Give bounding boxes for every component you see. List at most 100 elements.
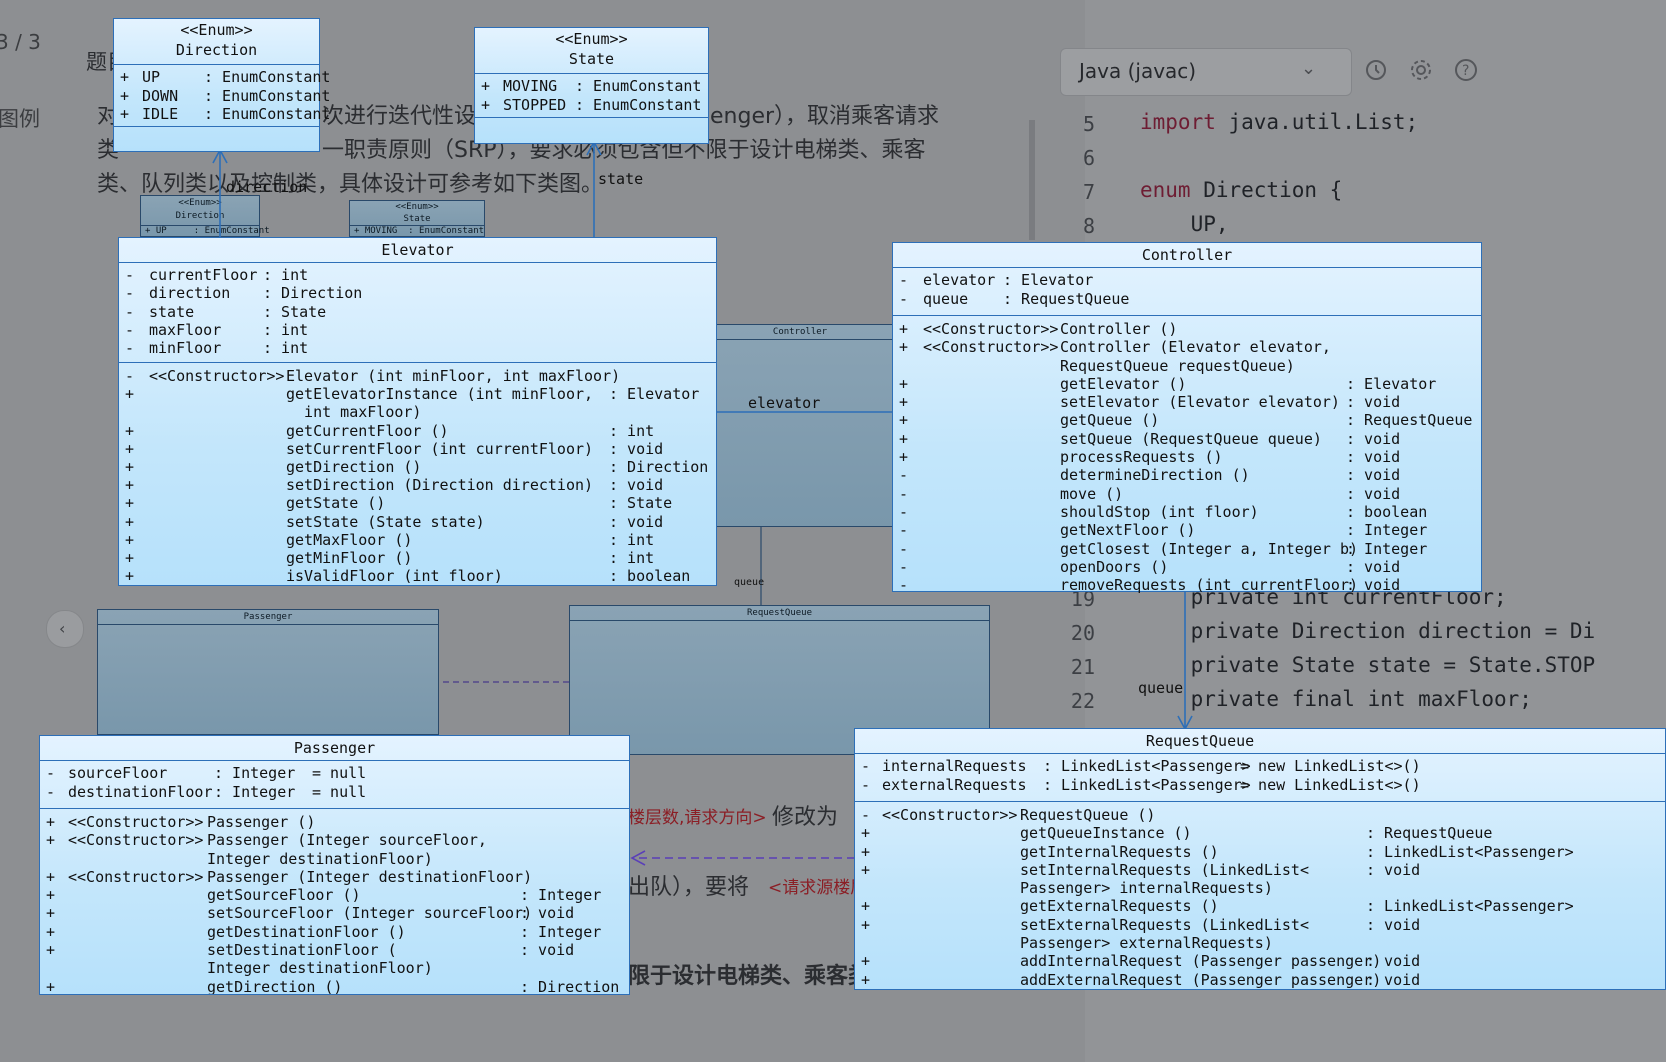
uml-member-part: : Integer xyxy=(520,922,602,941)
uml-member-part: : EnumConstant xyxy=(204,86,331,105)
requestqueue-attrs: - internalRequests: LinkedList<Passenger>… xyxy=(855,754,1665,802)
uml-member-part: externalRequests xyxy=(882,775,1027,794)
uml-member-part: + xyxy=(125,385,135,404)
uml-member-part: addExternalRequest (Passenger passenger) xyxy=(1020,970,1382,989)
uml-member-part: + xyxy=(125,494,135,513)
uml-member-part: + xyxy=(125,567,135,586)
uml-member-part: addInternalRequest (Passenger passenger) xyxy=(1020,952,1382,971)
uml-member-row: + setElevator (Elevator elevator): void xyxy=(893,393,1481,411)
uml-member-part: : Integer xyxy=(214,764,296,782)
passenger-attrs: - sourceFloor: Integer = null - destinationF… xyxy=(40,761,629,809)
uml-member-row: + getSourceFloor (): Integer xyxy=(40,886,629,904)
uml-member-row: int maxFloor) xyxy=(119,403,716,421)
uml-member-part: = null xyxy=(312,764,367,782)
uml-member-part: - xyxy=(861,806,871,824)
elevator-ops: - <<Constructor>> Elevator (int minFloor, … xyxy=(119,363,716,585)
uml-member-part: : void xyxy=(609,512,664,531)
uml-member-row: + setExternalRequests (LinkedList<: void xyxy=(855,916,1665,934)
uml-member-part: - xyxy=(899,502,909,521)
uml-member-part: + xyxy=(861,860,871,879)
uml-member-part: + xyxy=(861,952,871,971)
uml-member-part: - xyxy=(125,367,135,385)
uml-member-part: : void xyxy=(520,904,575,923)
uml-member-row: - internalRequests: LinkedList<Passenger>… xyxy=(855,757,1665,776)
uml-member-part: isValidFloor (int floor) xyxy=(286,567,503,586)
uml-member-part: Passenger> externalRequests) xyxy=(1020,934,1273,953)
uml-member-part: : void xyxy=(1346,429,1401,448)
uml-member-part: direction xyxy=(149,284,231,303)
class-name: Controller xyxy=(893,243,1481,268)
uml-member-part: - xyxy=(899,466,909,485)
uml-member-part: + xyxy=(481,77,491,95)
uml-member-part: DOWN xyxy=(142,86,179,105)
uml-member-part: getClosest (Integer a, Integer b) xyxy=(1060,539,1359,558)
uml-member-part: Controller () xyxy=(1060,320,1178,338)
uml-member-row: - move (): void xyxy=(893,485,1481,503)
uml-member-row: - maxFloor: int xyxy=(119,321,716,339)
uml-member-part: : Direction xyxy=(520,977,620,995)
uml-member-row: + getDirection () : Direction xyxy=(40,977,629,995)
direction-role-label: direction xyxy=(226,178,308,196)
uml-member-part: : int xyxy=(609,421,655,440)
direction-enum-ops xyxy=(114,127,319,151)
uml-member-row: - shouldStop (int floor): boolean xyxy=(893,503,1481,521)
uml-member-part: setExternalRequests (LinkedList< xyxy=(1020,915,1309,934)
controller-ops: + <<Constructor>> Controller () + <<Construc… xyxy=(893,316,1481,594)
uml-member-row: + DOWN: EnumConstant xyxy=(114,86,330,106)
uml-member-part: + xyxy=(125,548,135,567)
uml-member-part: : State xyxy=(609,494,673,513)
uml-member-part: : Integer xyxy=(1346,539,1428,558)
uml-member-part: processRequests () xyxy=(1060,448,1223,467)
uml-member-part: setElevator (Elevator elevator) xyxy=(1060,393,1340,412)
state-enum-ops xyxy=(475,118,708,142)
uml-member-row: + addInternalRequest (Passenger passenger… xyxy=(855,952,1665,970)
uml-member-part: getExternalRequests () xyxy=(1020,897,1219,916)
uml-member-part: + xyxy=(861,897,871,916)
uml-member-row: - direction: Direction xyxy=(119,284,716,302)
controller-attrs: - elevator: Elevator - queue: RequestQueue xyxy=(893,268,1481,316)
uml-member-part: - xyxy=(899,521,909,540)
uml-member-part: Passenger> internalRequests) xyxy=(1020,879,1273,898)
elevator-role-label: elevator xyxy=(748,394,821,412)
uml-member-part: Passenger (Integer sourceFloor, xyxy=(207,831,487,850)
uml-member-row: + setCurrentFloor (int currentFloor): voi… xyxy=(119,440,716,458)
uml-member-part: - xyxy=(899,539,909,558)
uml-member-part: RequestQueue () xyxy=(1020,806,1156,824)
uml-member-row: - getNextFloor (): Integer xyxy=(893,521,1481,539)
uml-member-part: + xyxy=(46,977,56,995)
stereotype: <<Enum>> xyxy=(180,21,253,39)
uml-member-part: : Integer xyxy=(214,782,296,801)
uml-member-part: Controller (Elevator elevator, xyxy=(1060,338,1331,357)
uml-member-part: STOPPED xyxy=(503,95,567,114)
uml-member-part: - xyxy=(125,266,135,284)
uml-member-part: + xyxy=(46,941,56,960)
uml-member-part: : void xyxy=(1346,393,1401,412)
uml-member-row: + <<Constructor>> Controller (Elevator ele… xyxy=(893,338,1481,356)
queue-role-label: queue xyxy=(1138,679,1184,697)
uml-member-part: : void xyxy=(1346,448,1401,467)
uml-member-row: + setQueue (RequestQueue queue): void xyxy=(893,430,1481,448)
uml-member-part: : LinkedList<Passenger> xyxy=(1043,757,1251,775)
uml-member-part: + xyxy=(46,922,56,941)
uml-member-part: getDestinationFloor () xyxy=(207,922,406,941)
uml-member-part: getState () xyxy=(286,494,386,513)
passenger-ops: + <<Constructor>> Passenger () + <<Construct… xyxy=(40,809,629,995)
uml-member-part: + xyxy=(125,457,135,476)
uml-member-part: - xyxy=(899,484,909,503)
uml-member-row: - minFloor: int xyxy=(119,339,716,357)
stereotype: <<Enum>> xyxy=(555,30,628,48)
uml-member-part: <<Constructor>> xyxy=(882,806,1018,824)
uml-member-row: + getElevatorInstance (int minFloor,: Ele… xyxy=(119,385,716,403)
uml-member-part: <<Constructor>> xyxy=(68,831,204,850)
uml-member-part: getDirection () xyxy=(207,977,343,995)
uml-member-part: Integer destinationFloor) xyxy=(207,849,433,868)
uml-member-part: + xyxy=(125,421,135,440)
uml-member-row: + IDLE: EnumConstant xyxy=(114,105,330,124)
uml-member-part: getCurrentFloor () xyxy=(286,421,449,440)
uml-member-part: internalRequests xyxy=(882,757,1027,775)
class-name: Passenger xyxy=(40,736,629,761)
uml-member-part: <<Constructor>> xyxy=(68,867,204,886)
uml-member-row: - removeRequests (int currentFloor): void xyxy=(893,576,1481,594)
uml-member-part: setSourceFloor (Integer sourceFloor) xyxy=(207,904,533,923)
uml-member-part: + xyxy=(46,831,56,850)
